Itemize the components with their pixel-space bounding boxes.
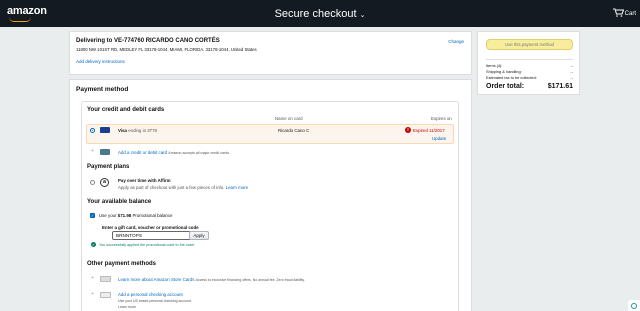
card-ending: ending in 3778 <box>128 128 157 133</box>
balance-amount: $71.98 <box>117 213 132 218</box>
affirm-learn-more-link[interactable]: Learn more <box>226 185 248 190</box>
top-header: amazon Secure checkout ⌄ Cart <box>0 0 640 27</box>
saved-card-row[interactable] <box>86 124 454 144</box>
other-methods-title: Other payment methods <box>87 261 157 267</box>
affirm-logo-icon: a <box>100 178 109 187</box>
use-balance-label: Use your $71.98 Promotional balance <box>99 213 172 218</box>
order-total-row: Order total: $171.61 <box>486 83 573 90</box>
change-address-link[interactable]: Change <box>448 39 464 44</box>
balance-section-title: Your available balance <box>87 199 152 205</box>
cart-icon <box>612 8 624 17</box>
store-card-note: Access to exclusive financing offers. No… <box>195 278 305 282</box>
plus-icon: + <box>91 291 94 297</box>
add-card-line: Add a credit or debit card Amazon accept… <box>118 150 230 155</box>
chat-icon <box>631 303 637 309</box>
checking-learn-more-link[interactable]: Learn more <box>118 305 136 309</box>
tax-row: Estimated tax to be collected: -- <box>486 75 573 80</box>
card-brand-line: Visa ending in 3778 <box>118 128 157 133</box>
shipping-value: -- <box>570 69 573 74</box>
cart-label: Cart <box>624 11 636 17</box>
plus-icon: + <box>91 148 94 154</box>
affirm-title: Pay over time with Affirm <box>118 178 171 183</box>
store-card-link[interactable]: Learn more about Amazon Store Cards <box>118 277 194 282</box>
card-holder-name: Ricardo Cano C <box>278 128 310 133</box>
plus-icon: + <box>91 275 94 281</box>
add-card-note: Amazon accepts all major credit cards. <box>168 151 231 155</box>
use-balance-prefix: Use your <box>99 213 118 218</box>
affirm-description-line: Apply as part of checkout with just a fe… <box>118 185 248 190</box>
checkbox-checked-icon[interactable]: ✓ <box>90 213 95 218</box>
add-delivery-instructions-link[interactable]: Add delivery instructions <box>76 59 125 64</box>
bank-icon <box>100 292 111 298</box>
error-icon: ! <box>405 127 411 133</box>
card-brand: Visa <box>118 128 127 133</box>
update-card-link[interactable]: Update <box>432 136 446 141</box>
card-radio-selected[interactable] <box>90 128 95 133</box>
affirm-radio[interactable] <box>90 180 95 185</box>
delivery-address: 11800 NW 101ST RD, MEDLEY FL 33178-1044,… <box>76 47 257 52</box>
order-summary-card: Use this payment method Items (4): -- Sh… <box>477 31 580 95</box>
items-row: Items (4): -- <box>486 63 573 68</box>
items-label: Items (4): <box>486 63 503 68</box>
page-title-text: Secure checkout <box>274 8 357 20</box>
add-card-icon <box>100 149 110 155</box>
total-label: Order total: <box>486 83 525 90</box>
checking-note: Use your US based personal checking acco… <box>118 299 192 303</box>
add-checking-link[interactable]: Add a personal checking account <box>118 292 183 297</box>
promo-success-message: You successfully applied the promotional… <box>99 243 196 247</box>
help-chat-button[interactable] <box>628 300 640 311</box>
page-title: Secure checkout ⌄ <box>0 8 640 20</box>
total-value: $171.61 <box>547 83 573 90</box>
chevron-down-icon[interactable]: ⌄ <box>360 12 366 19</box>
use-balance-suffix: Promotional balance <box>131 213 173 218</box>
card-expired-status: Expired 11/2017 <box>413 128 445 133</box>
store-card-icon <box>100 276 111 282</box>
delivery-address-card: Delivering to VE-774760 RICARDO CANO COR… <box>69 31 472 75</box>
gift-card-input[interactable]: BRNNTOPS <box>112 231 191 240</box>
apply-code-button[interactable]: Apply <box>189 231 209 240</box>
items-value: -- <box>570 63 573 68</box>
payment-plans-title: Payment plans <box>87 164 130 170</box>
success-check-icon: ✓ <box>91 242 96 247</box>
tax-value: -- <box>570 75 573 80</box>
visa-card-icon <box>100 127 110 133</box>
affirm-description: Apply as part of checkout with just a fe… <box>118 185 225 190</box>
shipping-row: Shipping & handling: -- <box>486 69 573 74</box>
cart-button[interactable]: Cart <box>612 8 636 17</box>
add-card-link[interactable]: Add a credit or debit card <box>118 150 167 155</box>
column-header-expires: Expires on <box>431 116 452 121</box>
cards-section-title: Your credit and debit cards <box>87 107 165 113</box>
gift-card-label: Enter a gift card, voucher or promotiona… <box>102 225 199 230</box>
summary-divider <box>486 59 573 60</box>
tax-label: Estimated tax to be collected: <box>486 75 537 80</box>
delivery-heading: Delivering to VE-774760 RICARDO CANO COR… <box>76 38 220 44</box>
payment-method-title: Payment method <box>76 86 129 93</box>
store-card-line: Learn more about Amazon Store Cards Acce… <box>118 277 305 282</box>
shipping-label: Shipping & handling: <box>486 69 522 74</box>
use-payment-method-button[interactable]: Use this payment method <box>486 39 573 50</box>
column-header-name: Name on card <box>275 116 303 121</box>
